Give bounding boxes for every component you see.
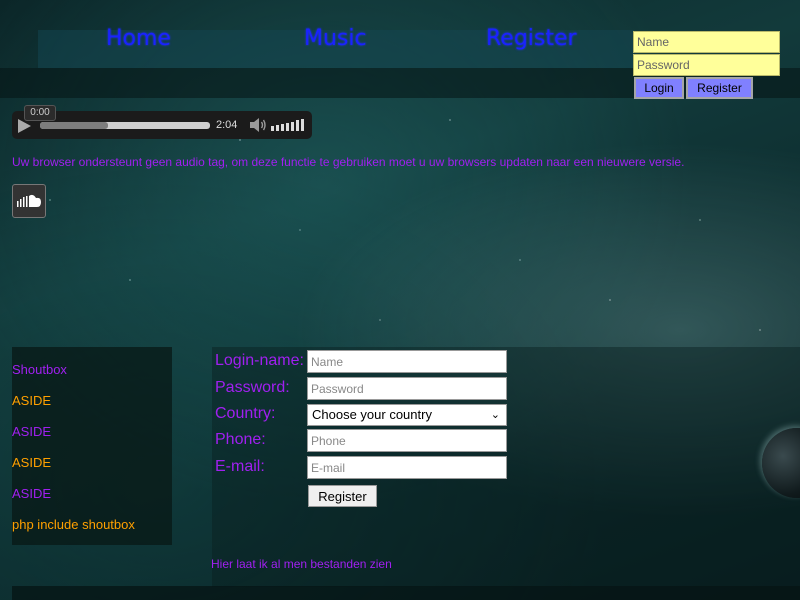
country-label: Country: <box>215 405 276 422</box>
aside-item[interactable]: ASIDE <box>12 393 51 408</box>
email-label: E-mail: <box>215 458 265 475</box>
audio-player: 0:00 2:04 <box>12 105 312 139</box>
phone-field[interactable] <box>307 429 507 452</box>
login-name-field[interactable] <box>307 350 507 373</box>
login-panel: Login Register <box>633 31 780 99</box>
aside-item[interactable]: ASIDE <box>12 424 51 439</box>
aside-item[interactable]: ASIDE <box>12 455 51 470</box>
country-select-value: Choose your country <box>312 407 432 422</box>
volume-icon[interactable] <box>249 117 267 133</box>
audio-seek-bar[interactable] <box>40 122 210 129</box>
soundcloud-icon <box>17 194 41 207</box>
aside-item-shoutbox[interactable]: Shoutbox <box>12 362 67 377</box>
volume-slider[interactable] <box>271 118 305 132</box>
phone-label: Phone: <box>215 431 266 448</box>
play-icon[interactable] <box>18 119 31 133</box>
chevron-down-icon: ⌄ <box>490 409 500 421</box>
audio-duration: 2:04 <box>216 119 238 131</box>
login-button[interactable]: Login <box>634 77 684 99</box>
soundcloud-button[interactable] <box>12 184 46 218</box>
files-text: Hier laat ik al men bestanden zien <box>211 557 392 571</box>
audio-unsupported-message: Uw browser ondersteunt geen audio tag, o… <box>12 155 685 169</box>
email-field[interactable] <box>307 456 507 479</box>
register-submit-button[interactable]: Register <box>308 485 377 507</box>
nav-link-register[interactable]: Register <box>486 26 577 51</box>
password-field[interactable] <box>307 377 507 400</box>
password-label: Password: <box>215 379 290 396</box>
audio-buffered <box>40 122 108 129</box>
login-register-button[interactable]: Register <box>686 77 753 99</box>
aside-item[interactable]: ASIDE <box>12 486 51 501</box>
login-name-label: Login-name: <box>215 352 304 369</box>
country-select[interactable]: Choose your country ⌄ <box>307 404 507 426</box>
nav-link-music[interactable]: Music <box>304 26 367 51</box>
footer <box>12 586 800 600</box>
login-password-input[interactable] <box>633 54 780 76</box>
aside-panel: Shoutbox ASIDE ASIDE ASIDE ASIDE php inc… <box>12 347 172 545</box>
login-name-input[interactable] <box>633 31 780 53</box>
aside-item-php-include[interactable]: php include shoutbox <box>12 517 135 532</box>
nav-link-home[interactable]: Home <box>106 26 171 51</box>
